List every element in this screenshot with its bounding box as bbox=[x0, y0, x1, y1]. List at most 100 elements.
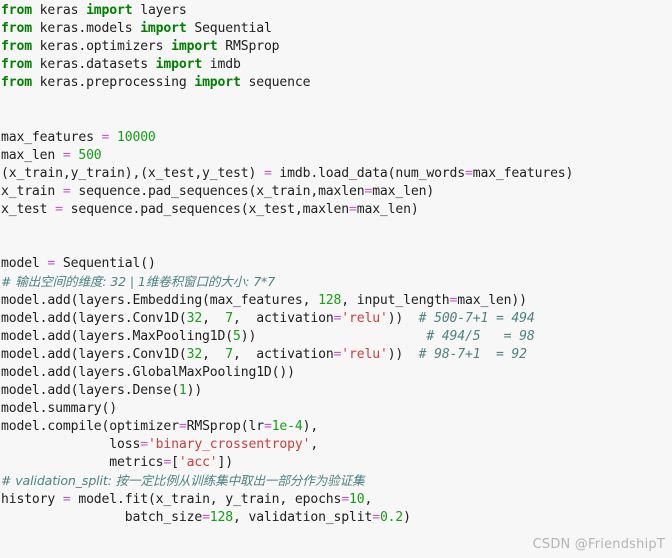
code-token-plain: sequence bbox=[240, 75, 311, 91]
code-token-plain: ]) bbox=[217, 455, 234, 471]
code-token-str: 'relu' bbox=[341, 346, 388, 362]
code-token-num: 10 bbox=[349, 491, 365, 507]
code-block[interactable]: from keras import layers from keras.model… bbox=[0, 0, 672, 527]
code-token-plain: ), bbox=[302, 419, 319, 435]
code-token-cmt: # 494/5 = 98 bbox=[426, 328, 535, 344]
code-token-kw: from bbox=[1, 3, 32, 18]
code-line: metrics=['acc']) bbox=[0, 454, 672, 472]
code-token-plain: sequence.pad_sequences(x_test,maxlen bbox=[62, 202, 350, 218]
code-token-plain: Sequential() bbox=[55, 256, 156, 272]
code-line: model.add(layers.Conv1D(32, 7, activatio… bbox=[0, 346, 672, 364]
code-token-plain: keras.preprocessing bbox=[31, 75, 195, 91]
code-token-op: = bbox=[140, 437, 148, 453]
code-token-plain: , validation_split bbox=[233, 509, 373, 525]
code-token-plain: max_len) bbox=[356, 202, 419, 218]
code-token-plain: (x_train,y_train),(x_test,y_test) bbox=[1, 165, 264, 181]
code-token-op: = bbox=[178, 419, 187, 435]
code-line: loss='binary_crossentropy', bbox=[0, 436, 672, 454]
code-token-op: = bbox=[263, 419, 272, 435]
code-token-num: 0.2 bbox=[379, 509, 404, 525]
code-token-cmt-cjk: # 输出空间的维度: 32 | 1维卷积窗口的大小: 7*7 bbox=[1, 274, 276, 290]
code-token-plain: model.add(layers.Conv1D( bbox=[1, 310, 187, 326]
code-token-plain: model.summary() bbox=[1, 401, 117, 417]
code-token-plain: , bbox=[202, 310, 226, 326]
code-token-op: = bbox=[62, 183, 71, 199]
code-token-kw: import bbox=[140, 21, 187, 37]
code-line: from keras.datasets import imdb bbox=[0, 56, 672, 74]
code-token-plain: , activation bbox=[233, 310, 334, 326]
code-line: max_len = 500 bbox=[0, 147, 672, 165]
code-token-plain: model.add(layers.MaxPooling1D( bbox=[1, 328, 233, 344]
code-line: from keras.models import Sequential bbox=[0, 20, 672, 38]
code-token-num: 5 bbox=[233, 328, 241, 344]
code-token-num: 32 bbox=[186, 310, 203, 326]
code-token-plain: , bbox=[364, 491, 373, 507]
code-token-plain: ) bbox=[403, 509, 411, 525]
code-token-plain: model.add(layers.GlobalMaxPooling1D()) bbox=[1, 364, 295, 380]
code-line: model.add(layers.Conv1D(32, 7, activatio… bbox=[0, 310, 672, 328]
code-token-plain: max_len)) bbox=[457, 292, 527, 308]
code-screenshot: from keras import layers from keras.model… bbox=[0, 0, 672, 558]
code-token-kw: from bbox=[1, 21, 32, 37]
code-token-plain: )) bbox=[186, 382, 203, 398]
code-line: model = Sequential() bbox=[0, 255, 672, 273]
code-token-plain: , input_length bbox=[341, 292, 450, 308]
code-line: model.add(layers.Embedding(max_features,… bbox=[0, 292, 672, 310]
code-token-plain: imdb.load_data(num_words bbox=[271, 165, 465, 181]
code-token-op: = bbox=[62, 491, 71, 507]
code-token-op: = bbox=[55, 202, 63, 218]
code-token-plain: loss bbox=[1, 437, 141, 453]
code-token-plain: )) bbox=[387, 310, 419, 326]
code-token-num: 32 bbox=[186, 346, 203, 362]
code-token-plain: batch_size bbox=[1, 509, 203, 525]
code-token-plain: [ bbox=[171, 455, 179, 471]
code-token-cmt: # 98-7+1 = 92 bbox=[418, 346, 527, 362]
code-line: batch_size=128, validation_split=0.2) bbox=[0, 509, 672, 527]
code-token-plain: model.add(layers.Embedding(max_features, bbox=[1, 292, 319, 308]
code-line: model.compile(optimizer=RMSprop(lr=1e-4)… bbox=[0, 418, 672, 436]
code-token-plain: , activation bbox=[233, 346, 334, 362]
code-token-plain: , bbox=[310, 437, 319, 453]
code-line: model.add(layers.Dense(1)) bbox=[0, 382, 672, 400]
code-token-plain: Sequential bbox=[186, 21, 272, 37]
code-token-op: = bbox=[62, 147, 71, 163]
code-line: # 输出空间的维度: 32 | 1维卷积窗口的大小: 7*7 bbox=[0, 273, 672, 291]
code-line: (x_train,y_train),(x_test,y_test) = imdb… bbox=[0, 165, 672, 183]
code-token-num: 7 bbox=[225, 346, 234, 362]
code-token-kw: import bbox=[194, 75, 241, 91]
code-token-op: = bbox=[202, 509, 210, 525]
code-token-plain: history bbox=[1, 491, 63, 507]
code-token-str: 'relu' bbox=[341, 310, 388, 326]
code-token-plain: RMSprop(lr bbox=[186, 419, 264, 435]
code-token-plain: layers bbox=[132, 3, 187, 18]
code-line: max_features = 10000 bbox=[0, 129, 672, 147]
code-token-plain: model.add(layers.Dense( bbox=[1, 382, 179, 398]
csdn-watermark: CSDN @FriendshipT bbox=[532, 537, 665, 552]
code-token-plain: model.fit(x_train, y_train, epochs bbox=[70, 491, 342, 507]
code-token-plain: keras bbox=[31, 3, 87, 18]
code-line: model.add(layers.GlobalMaxPooling1D()) bbox=[0, 364, 672, 382]
code-token-num: 1e-4 bbox=[271, 419, 303, 435]
code-token-num: 10000 bbox=[117, 129, 156, 145]
code-token-num: 1 bbox=[178, 382, 187, 398]
code-line: # validation_split: 按一定比例从训练集中取出一部分作为验证集 bbox=[0, 472, 672, 490]
code-token-plain: keras.datasets bbox=[31, 57, 156, 73]
code-token-plain: max_len bbox=[1, 147, 63, 163]
code-token-op: = bbox=[163, 455, 172, 471]
code-line: x_train = sequence.pad_sequences(x_train… bbox=[0, 183, 672, 201]
code-token-num: 500 bbox=[78, 147, 102, 163]
code-token-kw: import bbox=[171, 39, 218, 55]
code-token-num: 128 bbox=[209, 509, 233, 525]
code-token-plain: RMSprop bbox=[217, 39, 280, 55]
code-token-plain: keras.optimizers bbox=[31, 39, 172, 55]
code-token-plain: sequence.pad_sequences(x_train,maxlen bbox=[70, 183, 365, 199]
code-token-plain: model.compile(optimizer bbox=[1, 419, 179, 435]
code-token-kw: from bbox=[1, 39, 32, 55]
code-token-plain: x_test bbox=[1, 202, 56, 218]
code-token-plain: max_features bbox=[1, 129, 102, 145]
code-token-str: 'binary_crossentropy' bbox=[147, 437, 311, 453]
code-token-kw: from bbox=[1, 75, 32, 91]
